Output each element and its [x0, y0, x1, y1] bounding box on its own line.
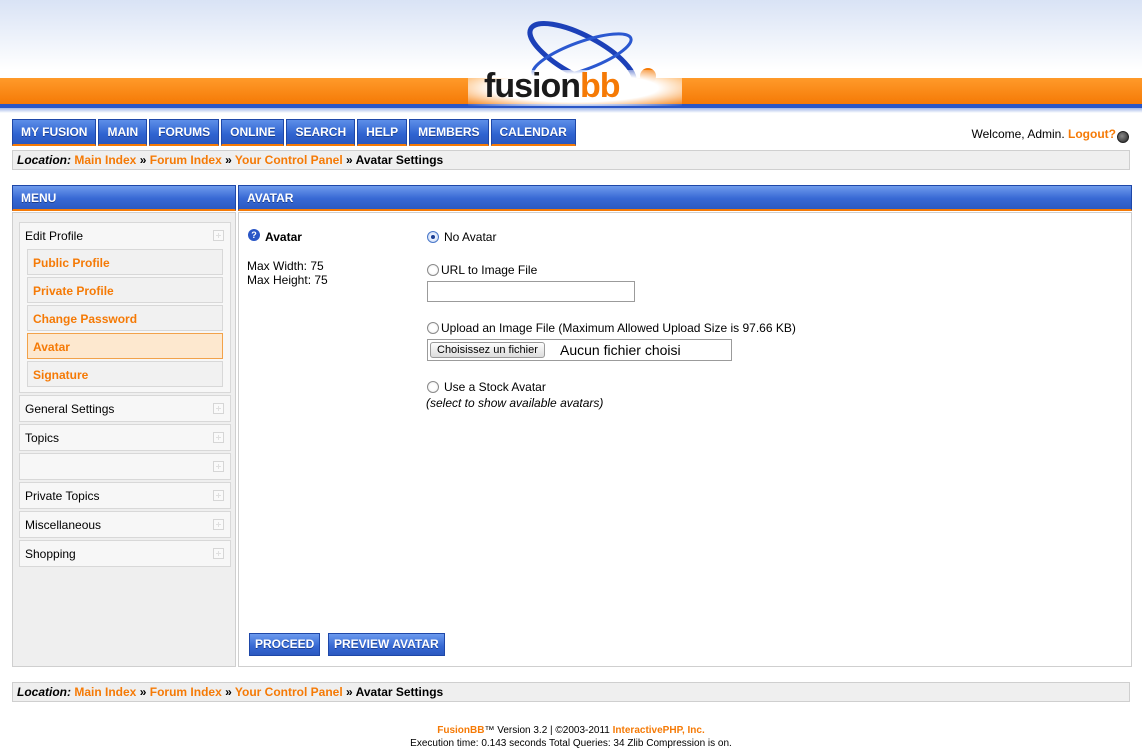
- breadcrumb-control-panel[interactable]: Your Control Panel: [235, 685, 343, 699]
- sidebar-item-label: General Settings: [25, 402, 115, 416]
- breadcrumb-forum-index[interactable]: Forum Index: [150, 153, 222, 167]
- breadcrumb-separator: »: [225, 685, 232, 699]
- site-logo[interactable]: fusionbb: [484, 66, 621, 106]
- breadcrumb-separator: »: [225, 153, 232, 167]
- site-header: fusionbb: [0, 0, 1142, 113]
- footer-brand-link[interactable]: FusionBB: [437, 725, 484, 736]
- radio-stock-avatar[interactable]: [427, 381, 439, 393]
- breadcrumb-forum-index[interactable]: Forum Index: [150, 685, 222, 699]
- sidebar-item-label: Private Topics: [25, 489, 100, 503]
- breadcrumb-bottom: Location: Main Index » Forum Index » You…: [12, 682, 1130, 702]
- location-label: Location:: [17, 685, 71, 699]
- avatar-panel-header: AVATAR: [238, 185, 1132, 211]
- radio-no-avatar[interactable]: [427, 231, 439, 243]
- expand-icon[interactable]: [213, 403, 224, 414]
- avatar-field-label: Avatar: [265, 230, 302, 244]
- sidebar-item-topics[interactable]: Topics: [19, 424, 231, 451]
- proceed-button[interactable]: PROCEED: [249, 633, 321, 656]
- breadcrumb-separator: »: [139, 685, 147, 699]
- footer-stats: Execution time: 0.143 seconds Total Quer…: [410, 738, 732, 749]
- sidebar-item-empty[interactable]: [19, 453, 231, 480]
- choose-file-button[interactable]: Choisissez un fichier: [430, 342, 545, 358]
- footer-company-link[interactable]: InteractivePHP, Inc.: [613, 725, 705, 736]
- logo-word-fusion: fusion: [484, 67, 581, 105]
- sidebar-item-change-password[interactable]: Change Password: [27, 305, 223, 331]
- max-width-text: Max Width: 75: [247, 259, 324, 273]
- avatar-settings-panel: [238, 212, 1132, 667]
- menu-group-label: Edit Profile: [25, 229, 84, 243]
- nav-members[interactable]: MEMBERS: [409, 119, 489, 146]
- breadcrumb: Location: Main Index » Forum Index » You…: [12, 150, 1130, 170]
- upload-option-label[interactable]: Upload an Image File (Maximum Allowed Up…: [441, 321, 796, 335]
- welcome-text: Welcome, Admin.: [971, 127, 1065, 141]
- menu-group-title[interactable]: Edit Profile: [20, 223, 230, 249]
- breadcrumb-separator: »: [346, 685, 353, 699]
- footer-copyright: FusionBB™ Version 3.2 | ©2003-2011 Inter…: [0, 724, 1142, 737]
- logout-link[interactable]: Logout?: [1068, 127, 1116, 141]
- help-icon[interactable]: ?: [248, 229, 260, 241]
- breadcrumb-control-panel[interactable]: Your Control Panel: [235, 153, 343, 167]
- sidebar-item-public-profile[interactable]: Public Profile: [27, 249, 223, 275]
- expand-icon[interactable]: [213, 461, 224, 472]
- breadcrumb-current: Avatar Settings: [355, 685, 444, 699]
- breadcrumb-current: Avatar Settings: [355, 153, 444, 167]
- breadcrumb-main-index[interactable]: Main Index: [74, 685, 136, 699]
- sidebar-item-label: Topics: [25, 431, 60, 445]
- max-height-text: Max Height: 75: [247, 273, 328, 287]
- sidebar-menu: Edit Profile Public Profile Private Prof…: [12, 212, 236, 667]
- file-status-text: Aucun fichier choisi: [560, 342, 681, 358]
- sidebar-item-general-settings[interactable]: General Settings: [19, 395, 231, 422]
- breadcrumb-main-index[interactable]: Main Index: [74, 153, 136, 167]
- globe-icon[interactable]: [1117, 131, 1129, 143]
- breadcrumb-separator: »: [139, 153, 147, 167]
- expand-icon[interactable]: [213, 490, 224, 501]
- file-upload-input[interactable]: Choisissez un fichier Aucun fichier choi…: [427, 339, 732, 361]
- menu-panel-header: MENU: [12, 185, 236, 211]
- nav-forums[interactable]: FORUMS: [149, 119, 220, 146]
- welcome-message: Welcome, Admin. Logout?: [972, 127, 1116, 141]
- nav-my-fusion[interactable]: MY FUSION: [12, 119, 97, 146]
- main-nav: MY FUSION MAIN FORUMS ONLINE SEARCH HELP…: [12, 119, 576, 146]
- nav-help[interactable]: HELP: [357, 119, 408, 146]
- url-option-label[interactable]: URL to Image File: [441, 263, 537, 277]
- no-avatar-label[interactable]: No Avatar: [444, 230, 496, 244]
- sidebar-item-label: Miscellaneous: [25, 518, 102, 532]
- expand-icon[interactable]: [213, 519, 224, 530]
- breadcrumb-separator: »: [346, 153, 353, 167]
- sidebar-item-private-profile[interactable]: Private Profile: [27, 277, 223, 303]
- radio-upload[interactable]: [427, 322, 439, 334]
- menu-group-edit-profile: Edit Profile Public Profile Private Prof…: [19, 222, 231, 393]
- preview-avatar-button[interactable]: PREVIEW AVATAR: [328, 633, 445, 656]
- sidebar-item-signature[interactable]: Signature: [27, 361, 223, 387]
- sidebar-item-shopping[interactable]: Shopping: [19, 540, 231, 567]
- expand-icon[interactable]: [213, 432, 224, 443]
- sidebar-item-miscellaneous[interactable]: Miscellaneous: [19, 511, 231, 538]
- sidebar-item-private-topics[interactable]: Private Topics: [19, 482, 231, 509]
- header-highlight-line: [0, 108, 1142, 113]
- logo-word-bb: bb: [579, 67, 621, 105]
- location-label: Location:: [17, 153, 71, 167]
- stock-avatar-hint: (select to show available avatars): [426, 396, 604, 410]
- nav-main[interactable]: MAIN: [98, 119, 148, 146]
- sidebar-item-label: Shopping: [25, 547, 76, 561]
- site-footer: FusionBB™ Version 3.2 | ©2003-2011 Inter…: [0, 724, 1142, 750]
- nav-calendar[interactable]: CALENDAR: [490, 119, 576, 146]
- stock-option-label[interactable]: Use a Stock Avatar: [444, 380, 546, 394]
- expand-icon[interactable]: [213, 548, 224, 559]
- nav-online[interactable]: ONLINE: [221, 119, 285, 146]
- sidebar-item-avatar[interactable]: Avatar: [27, 333, 223, 359]
- avatar-url-input[interactable]: [427, 281, 635, 302]
- radio-url[interactable]: [427, 264, 439, 276]
- footer-version: ™ Version 3.2 | ©2003-2011: [484, 725, 613, 736]
- collapse-icon[interactable]: [213, 230, 224, 241]
- nav-search[interactable]: SEARCH: [286, 119, 356, 146]
